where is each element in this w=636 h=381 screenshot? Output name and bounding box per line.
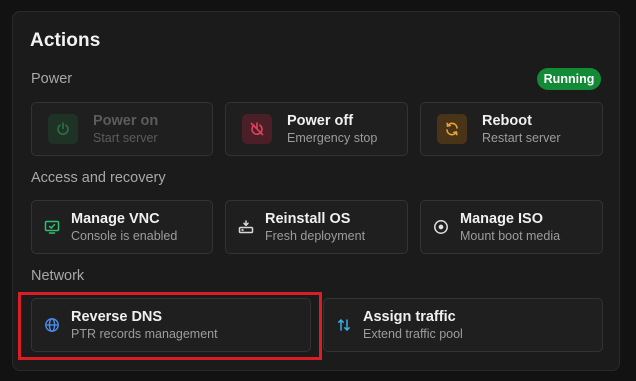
power-on-title: Power on (93, 112, 159, 129)
power-off-title: Power off (287, 112, 354, 129)
power-on-button[interactable]: Power on Start server (31, 102, 213, 156)
reboot-subtitle: Restart server (482, 130, 561, 145)
manage-vnc-title: Manage VNC (71, 210, 160, 227)
assign-traffic-button[interactable]: Assign traffic Extend traffic pool (323, 298, 603, 352)
monitor-icon (44, 219, 60, 235)
manage-iso-button[interactable]: Manage ISO Mount boot media (420, 200, 603, 254)
manage-iso-title: Manage ISO (460, 210, 543, 227)
power-icon (48, 114, 78, 144)
refresh-icon (437, 114, 467, 144)
manage-vnc-subtitle: Console is enabled (71, 228, 178, 243)
power-off-button[interactable]: Power off Emergency stop (225, 102, 408, 156)
section-label-network: Network (31, 268, 85, 284)
reinstall-os-subtitle: Fresh deployment (265, 228, 366, 243)
manage-vnc-button[interactable]: Manage VNC Console is enabled (31, 200, 213, 254)
assign-traffic-title: Assign traffic (363, 308, 456, 325)
drive-icon (238, 219, 254, 235)
manage-iso-subtitle: Mount boot media (460, 228, 561, 243)
disc-icon (433, 219, 449, 235)
power-off-subtitle: Emergency stop (287, 130, 378, 145)
reboot-title: Reboot (482, 112, 532, 129)
reboot-button[interactable]: Reboot Restart server (420, 102, 603, 156)
power-off-icon (242, 114, 272, 144)
panel-title: Actions (30, 30, 101, 51)
swap-vertical-icon (336, 317, 352, 333)
status-badge: Running (537, 68, 601, 90)
power-on-subtitle: Start server (93, 130, 158, 145)
highlight-box (18, 292, 322, 360)
section-label-access-and-recovery: Access and recovery (31, 170, 166, 186)
assign-traffic-subtitle: Extend traffic pool (363, 326, 463, 341)
section-label-power: Power (31, 71, 73, 87)
reinstall-os-title: Reinstall OS (265, 210, 351, 227)
reinstall-os-button[interactable]: Reinstall OS Fresh deployment (225, 200, 408, 254)
